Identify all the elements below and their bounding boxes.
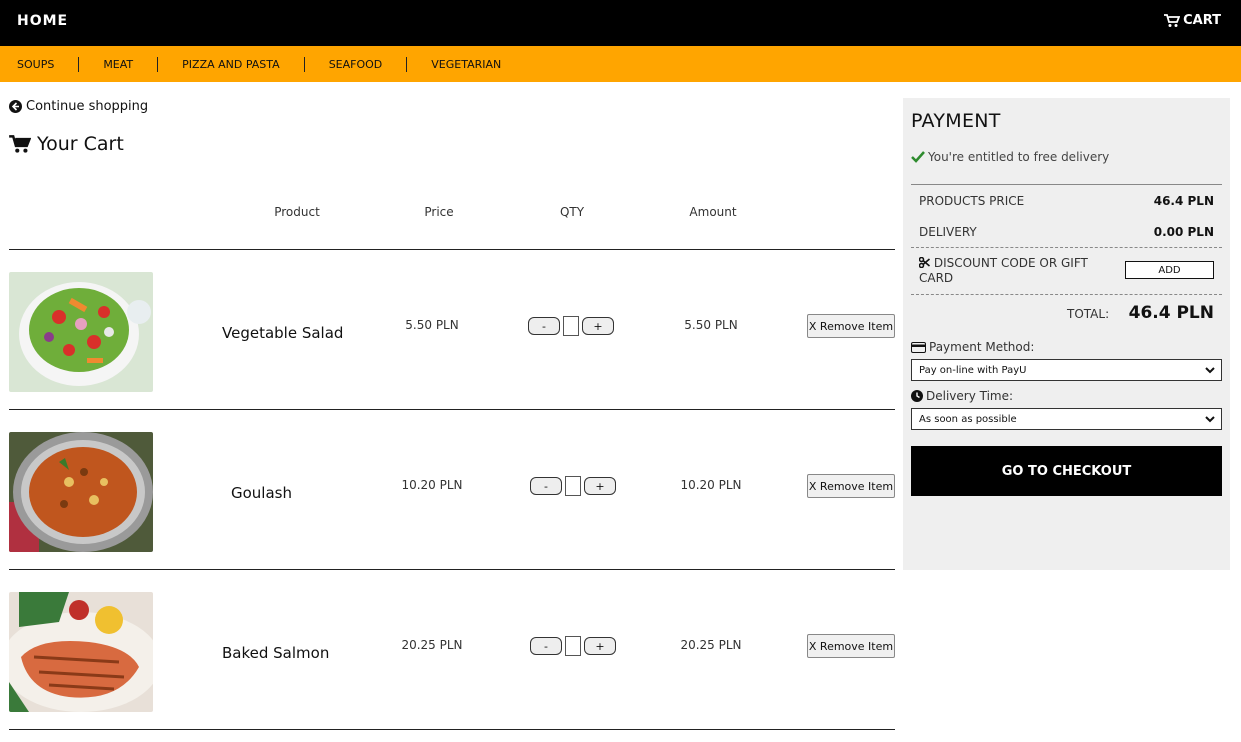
payment-panel: PAYMENT You're entitled to free delivery… bbox=[903, 98, 1230, 570]
payment-title: PAYMENT bbox=[911, 110, 1001, 132]
delivery-time-select[interactable]: As soon as possible bbox=[911, 408, 1222, 430]
category-navbar: SOUPS MEAT PIZZA AND PASTA SEAFOOD VEGET… bbox=[0, 46, 1241, 82]
delivery-time-label: Delivery Time: bbox=[911, 389, 1013, 403]
delivery-time-text: Delivery Time: bbox=[926, 389, 1014, 403]
goulash-image bbox=[9, 432, 153, 552]
remove-item-button[interactable]: X Remove Item bbox=[807, 474, 895, 498]
checkout-button[interactable]: GO TO CHECKOUT bbox=[911, 446, 1222, 496]
total-label: TOTAL: bbox=[1067, 307, 1110, 321]
cart-row: Goulash 10.20 PLN - + 10.20 PLN X Remove… bbox=[9, 432, 895, 552]
delivery-row: DELIVERY 0.00 PLN bbox=[919, 225, 1214, 239]
top-navbar: HOME CART bbox=[0, 0, 1241, 47]
products-price-value: 46.4 PLN bbox=[1153, 194, 1214, 208]
cart-row: Vegetable Salad 5.50 PLN - + 5.50 PLN X … bbox=[9, 272, 895, 392]
remove-item-button[interactable]: X Remove Item bbox=[807, 634, 895, 658]
decrease-qty-button[interactable]: - bbox=[530, 477, 562, 495]
decrease-qty-button[interactable]: - bbox=[528, 317, 560, 335]
add-discount-button[interactable]: ADD bbox=[1125, 261, 1214, 279]
delivery-label: DELIVERY bbox=[919, 225, 977, 239]
increase-qty-button[interactable]: + bbox=[584, 637, 616, 655]
remove-item-button[interactable]: X Remove Item bbox=[807, 314, 895, 338]
product-amount: 5.50 PLN bbox=[684, 318, 738, 332]
product-name: Goulash bbox=[231, 484, 292, 502]
category-vegetarian[interactable]: VEGETARIAN bbox=[407, 57, 525, 72]
divider bbox=[9, 409, 895, 410]
header-product: Product bbox=[274, 205, 320, 219]
quantity-stepper: - + bbox=[528, 316, 614, 336]
divider bbox=[911, 184, 1222, 185]
qty-input[interactable] bbox=[563, 316, 579, 336]
cart-table-header: Product Price QTY Amount bbox=[9, 205, 895, 225]
product-amount: 20.25 PLN bbox=[680, 638, 742, 652]
divider bbox=[9, 569, 895, 570]
cart-title: Your Cart bbox=[37, 133, 124, 155]
quantity-stepper: - + bbox=[530, 476, 616, 496]
category-seafood[interactable]: SEAFOOD bbox=[305, 56, 408, 72]
divider bbox=[9, 249, 895, 250]
decrease-qty-button[interactable]: - bbox=[530, 637, 562, 655]
cart-icon bbox=[9, 134, 31, 153]
qty-input[interactable] bbox=[565, 476, 581, 496]
category-meat[interactable]: MEAT bbox=[79, 56, 159, 72]
discount-code-text: DISCOUNT CODE OR GIFT CARD bbox=[919, 256, 1088, 285]
payment-method-text: Payment Method: bbox=[929, 340, 1035, 354]
payment-method-select[interactable]: Pay on-line with PayU bbox=[911, 359, 1222, 381]
baked-salmon-image bbox=[9, 592, 153, 712]
continue-shopping-label: Continue shopping bbox=[26, 99, 149, 114]
free-delivery-text: You're entitled to free delivery bbox=[928, 150, 1110, 164]
qty-input[interactable] bbox=[565, 636, 581, 656]
cart-label: CART bbox=[1183, 13, 1221, 28]
products-price-label: PRODUCTS PRICE bbox=[919, 194, 1025, 208]
divider bbox=[911, 247, 1222, 248]
cart-heading: Your Cart bbox=[9, 133, 124, 155]
delivery-value: 0.00 PLN bbox=[1153, 225, 1214, 239]
product-price: 20.25 PLN bbox=[401, 638, 463, 652]
scissors-icon bbox=[918, 256, 931, 269]
cart-icon bbox=[1164, 13, 1181, 27]
chevron-down-icon bbox=[1205, 416, 1215, 423]
continue-shopping-link[interactable]: Continue shopping bbox=[9, 99, 148, 114]
total-value: 46.4 PLN bbox=[1128, 303, 1214, 323]
arrow-left-circle-icon bbox=[9, 100, 22, 113]
divider bbox=[9, 729, 895, 730]
clock-icon bbox=[911, 390, 923, 402]
payment-method-label: Payment Method: bbox=[911, 340, 1034, 354]
header-price: Price bbox=[424, 205, 454, 219]
increase-qty-button[interactable]: + bbox=[584, 477, 616, 495]
products-price-row: PRODUCTS PRICE 46.4 PLN bbox=[919, 194, 1214, 208]
divider bbox=[911, 294, 1222, 295]
cart-link[interactable]: CART bbox=[1164, 13, 1221, 28]
category-soups[interactable]: SOUPS bbox=[0, 56, 80, 72]
cart-row: Baked Salmon 20.25 PLN - + 20.25 PLN X R… bbox=[9, 592, 895, 712]
category-pizza-and-pasta[interactable]: PIZZA AND PASTA bbox=[158, 56, 305, 72]
credit-card-icon bbox=[911, 341, 926, 353]
product-name: Vegetable Salad bbox=[222, 324, 344, 342]
header-qty: QTY bbox=[559, 205, 585, 219]
chevron-down-icon bbox=[1205, 367, 1215, 374]
quantity-stepper: - + bbox=[530, 636, 616, 656]
product-name: Baked Salmon bbox=[222, 644, 330, 662]
home-link[interactable]: HOME bbox=[17, 13, 68, 29]
discount-code-label: DISCOUNT CODE OR GIFT CARD bbox=[918, 256, 1099, 286]
payment-method-value: Pay on-line with PayU bbox=[919, 364, 1027, 376]
header-amount: Amount bbox=[689, 205, 737, 219]
product-price: 10.20 PLN bbox=[401, 478, 463, 492]
product-price: 5.50 PLN bbox=[405, 318, 459, 332]
vegetable-salad-image bbox=[9, 272, 153, 392]
free-delivery-notice: You're entitled to free delivery bbox=[911, 150, 1109, 164]
check-icon bbox=[911, 151, 925, 163]
product-amount: 10.20 PLN bbox=[680, 478, 742, 492]
delivery-time-value: As soon as possible bbox=[919, 413, 1017, 425]
increase-qty-button[interactable]: + bbox=[582, 317, 614, 335]
